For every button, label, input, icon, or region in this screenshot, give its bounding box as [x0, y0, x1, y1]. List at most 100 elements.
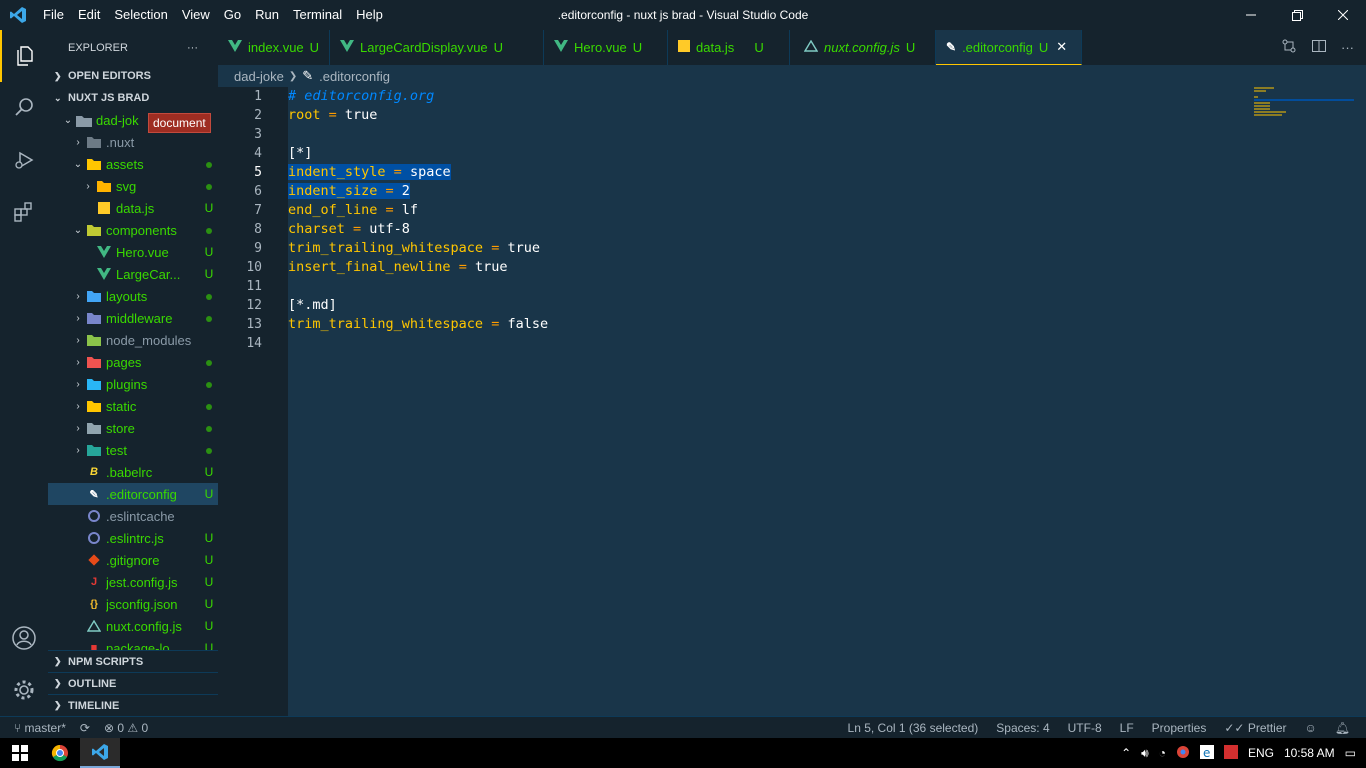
tab-hero-vue[interactable]: Hero.vue U [544, 30, 668, 65]
vscode-taskbar-icon[interactable] [80, 738, 120, 768]
npm-scripts-section[interactable]: ❯ NPM SCRIPTS [48, 650, 218, 672]
menu-selection[interactable]: Selection [107, 0, 174, 30]
tree-file-data-js[interactable]: data.js U [48, 197, 218, 219]
compare-changes-icon[interactable] [1281, 38, 1297, 57]
settings-gear-icon[interactable] [0, 664, 48, 716]
tree-file-babelrc[interactable]: B .babelrc U [48, 461, 218, 483]
breadcrumb-folder[interactable]: dad-joke [234, 69, 284, 84]
tree-folder-assets[interactable]: ⌄ assets [48, 153, 218, 175]
code-line[interactable]: charset = utf-8 [288, 220, 548, 239]
tree-file-jsconfig[interactable]: {} jsconfig.json U [48, 593, 218, 615]
clock[interactable]: 10:58 AM [1284, 746, 1335, 760]
chrome-tray-icon[interactable] [1176, 745, 1190, 762]
code-line[interactable] [288, 334, 548, 353]
windows-start-icon[interactable] [0, 738, 40, 768]
tree-folder-static[interactable]: › static [48, 395, 218, 417]
menu-terminal[interactable]: Terminal [286, 0, 349, 30]
code-line[interactable] [288, 277, 548, 296]
tree-folder-components[interactable]: ⌄ components [48, 219, 218, 241]
restore-icon[interactable] [1274, 0, 1320, 30]
feedback-icon[interactable]: ☺ [1305, 721, 1317, 735]
menu-edit[interactable]: Edit [71, 0, 107, 30]
tree-folder-middleware[interactable]: › middleware [48, 307, 218, 329]
encoding[interactable]: UTF-8 [1068, 721, 1102, 735]
tree-file-hero-vue[interactable]: Hero.vue U [48, 241, 218, 263]
menu-file[interactable]: File [36, 0, 71, 30]
chrome-icon[interactable] [40, 738, 80, 768]
open-editors-section[interactable]: ❯ OPEN EDITORS [48, 65, 218, 87]
tab-index-vue[interactable]: index.vue U [218, 30, 330, 65]
code-line[interactable]: [*.md] [288, 296, 548, 315]
close-tab-icon[interactable]: ✕ [1056, 39, 1067, 55]
minimize-icon[interactable] [1228, 0, 1274, 30]
outline-section[interactable]: ❯ OUTLINE [48, 672, 218, 694]
code-line[interactable] [288, 125, 548, 144]
menu-help[interactable]: Help [349, 0, 390, 30]
tree-folder-nuxt[interactable]: › .nuxt [48, 131, 218, 153]
tree-file-gitignore[interactable]: .gitignore U [48, 549, 218, 571]
code-line[interactable]: # editorconfig.org [288, 87, 548, 106]
sync-icon[interactable]: ⟳ [80, 721, 90, 735]
minimap[interactable] [1254, 87, 1354, 127]
code-line[interactable]: end_of_line = lf [288, 201, 548, 220]
tree-file-eslintrc[interactable]: .eslintrc.js U [48, 527, 218, 549]
menu-go[interactable]: Go [217, 0, 248, 30]
notification-center-icon[interactable]: ▭ [1345, 746, 1356, 760]
wifi-icon[interactable]: ◔ [1159, 746, 1166, 760]
split-editor-icon[interactable] [1311, 38, 1327, 57]
code-line[interactable]: trim_trailing_whitespace = false [288, 315, 548, 334]
breadcrumb-file[interactable]: .editorconfig [319, 69, 390, 84]
menu-run[interactable]: Run [248, 0, 286, 30]
code-line[interactable]: [*] [288, 144, 548, 163]
notifications-bell-icon[interactable]: 🔔︎ [1335, 721, 1350, 735]
tree-folder-store[interactable]: › store [48, 417, 218, 439]
more-actions-icon[interactable]: ··· [1341, 40, 1354, 55]
tree-file-jest-config[interactable]: J jest.config.js U [48, 571, 218, 593]
pdf-tray-icon[interactable] [1223, 744, 1238, 762]
end-of-line[interactable]: LF [1120, 721, 1134, 735]
tree-file-largecard-vue[interactable]: LargeCar... U [48, 263, 218, 285]
code-line[interactable]: indent_size = 2 [288, 182, 548, 201]
line-number: 13 [246, 317, 262, 332]
tree-file-nuxt-config[interactable]: nuxt.config.js U [48, 615, 218, 637]
tab-data-js[interactable]: data.js U [668, 30, 790, 65]
tray-overflow-icon[interactable]: ⌃ [1121, 746, 1131, 760]
account-icon[interactable] [0, 612, 48, 664]
edge-tray-icon[interactable]: e [1199, 744, 1214, 762]
code-editor[interactable]: 1 2 3 4 5 6 7 8 9 10 11 12 13 14 # edito… [218, 87, 1366, 716]
volume-icon[interactable]: 🔊︎ [1141, 746, 1149, 761]
run-debug-icon[interactable] [0, 134, 48, 186]
code-line[interactable]: insert_final_newline = true [288, 258, 548, 277]
tree-folder-layouts[interactable]: › layouts [48, 285, 218, 307]
problems-status[interactable]: ⊗ 0 ⚠ 0 [104, 721, 148, 735]
tab-largecarddisplay-vue[interactable]: LargeCardDisplay.vue U [330, 30, 544, 65]
tree-file-eslintcache[interactable]: .eslintcache [48, 505, 218, 527]
tree-folder-pages[interactable]: › pages [48, 351, 218, 373]
workspace-section[interactable]: ⌄ NUXT JS BRAD [48, 87, 218, 109]
tab-nuxt-config-js[interactable]: nuxt.config.js U [790, 30, 936, 65]
prettier-status[interactable]: ✓✓ Prettier [1224, 721, 1286, 735]
more-actions-icon[interactable]: ··· [187, 42, 198, 54]
explorer-icon[interactable] [0, 30, 48, 82]
language-mode[interactable]: Properties [1152, 721, 1207, 735]
tree-folder-svg[interactable]: › svg [48, 175, 218, 197]
tree-folder-test[interactable]: › test [48, 439, 218, 461]
indentation[interactable]: Spaces: 4 [996, 721, 1049, 735]
tree-file-editorconfig[interactable]: ✎ .editorconfig U [48, 483, 218, 505]
cursor-position[interactable]: Ln 5, Col 1 (36 selected) [848, 721, 979, 735]
close-icon[interactable] [1320, 0, 1366, 30]
input-language[interactable]: ENG [1248, 746, 1274, 760]
code-line[interactable]: indent_style = space [288, 163, 548, 182]
git-branch-status[interactable]: ⑂ master* [14, 721, 66, 735]
code-line[interactable]: trim_trailing_whitespace = true [288, 239, 548, 258]
code-line[interactable]: root = true [288, 106, 548, 125]
extensions-icon[interactable] [0, 186, 48, 238]
tab-editorconfig[interactable]: ✎ .editorconfig U ✕ [936, 30, 1082, 65]
timeline-section[interactable]: ❯ TIMELINE [48, 694, 218, 716]
menu-view[interactable]: View [175, 0, 217, 30]
code-lines[interactable]: # editorconfig.org root = true [*] indent_… [288, 87, 548, 353]
tree-folder-plugins[interactable]: › plugins [48, 373, 218, 395]
search-icon[interactable] [0, 82, 48, 134]
tree-folder-node-modules[interactable]: › node_modules [48, 329, 218, 351]
nuxt-file-icon [803, 39, 819, 55]
